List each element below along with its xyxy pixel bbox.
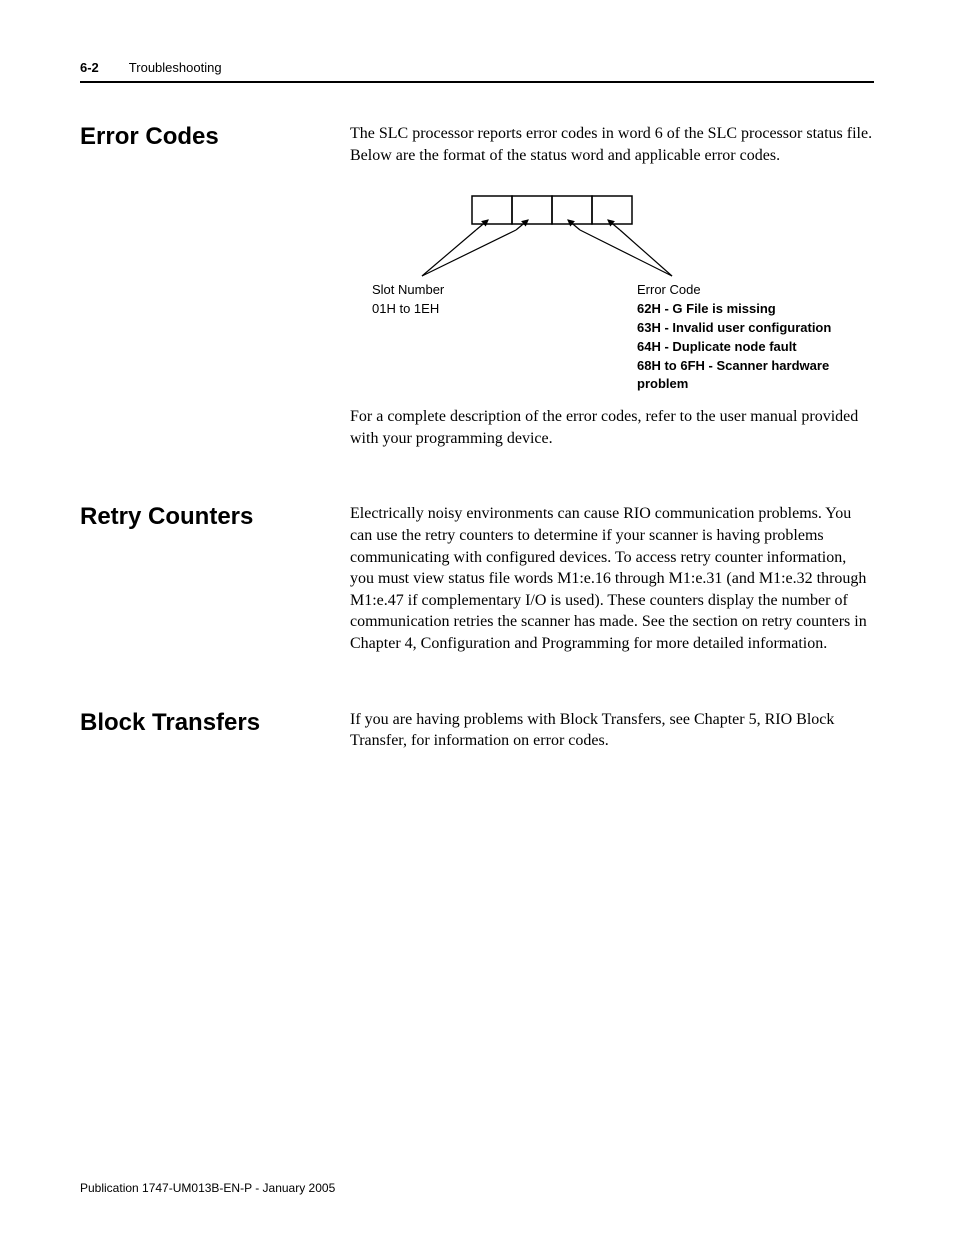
publication-info: Publication 1747-UM013B-EN-P - January 2… [80,1181,335,1195]
section-retry-counters: Retry Counters Electrically noisy enviro… [80,503,874,668]
slot-number-label: Slot Number 01H to 1EH [372,281,444,319]
page: 6-2 Troubleshooting Error Codes The SLC … [0,0,954,1235]
block-transfers-body: If you are having problems with Block Tr… [350,709,874,752]
section-heading-col: Retry Counters [80,503,350,668]
section-block-transfers: Block Transfers If you are having proble… [80,709,874,766]
error-code-title: Error Code [637,281,872,300]
error-code-label: Error Code 62H - G File is missing 63H -… [637,281,872,394]
section-body-col: The SLC processor reports error codes in… [350,123,874,463]
heading-error-codes: Error Codes [80,123,350,151]
error-codes-intro: The SLC processor reports error codes in… [350,123,874,166]
retry-counters-body: Electrically noisy environments can caus… [350,503,874,654]
status-word-diagram: Slot Number 01H to 1EH Error Code 62H - … [352,186,872,386]
error-code-62h: 62H - G File is missing [637,300,872,319]
heading-retry-counters: Retry Counters [80,503,350,531]
section-body-col: If you are having problems with Block Tr… [350,709,874,766]
error-code-68h-6fh: 68H to 6FH - Scanner hardware problem [637,357,872,395]
page-footer: Publication 1747-UM013B-EN-P - January 2… [80,1181,335,1195]
heading-block-transfers: Block Transfers [80,709,350,737]
chapter-title: Troubleshooting [129,60,222,75]
error-code-64h: 64H - Duplicate node fault [637,338,872,357]
error-codes-outro: For a complete description of the error … [350,406,874,449]
section-body-col: Electrically noisy environments can caus… [350,503,874,668]
slot-number-range: 01H to 1EH [372,300,444,319]
slot-number-title: Slot Number [372,281,444,300]
header-rule [80,81,874,83]
diagram-svg [352,186,872,286]
page-header: 6-2 Troubleshooting [80,60,874,75]
page-number: 6-2 [80,60,99,75]
section-heading-col: Error Codes [80,123,350,463]
error-code-63h: 63H - Invalid user configuration [637,319,872,338]
section-heading-col: Block Transfers [80,709,350,766]
section-error-codes: Error Codes The SLC processor reports er… [80,123,874,463]
